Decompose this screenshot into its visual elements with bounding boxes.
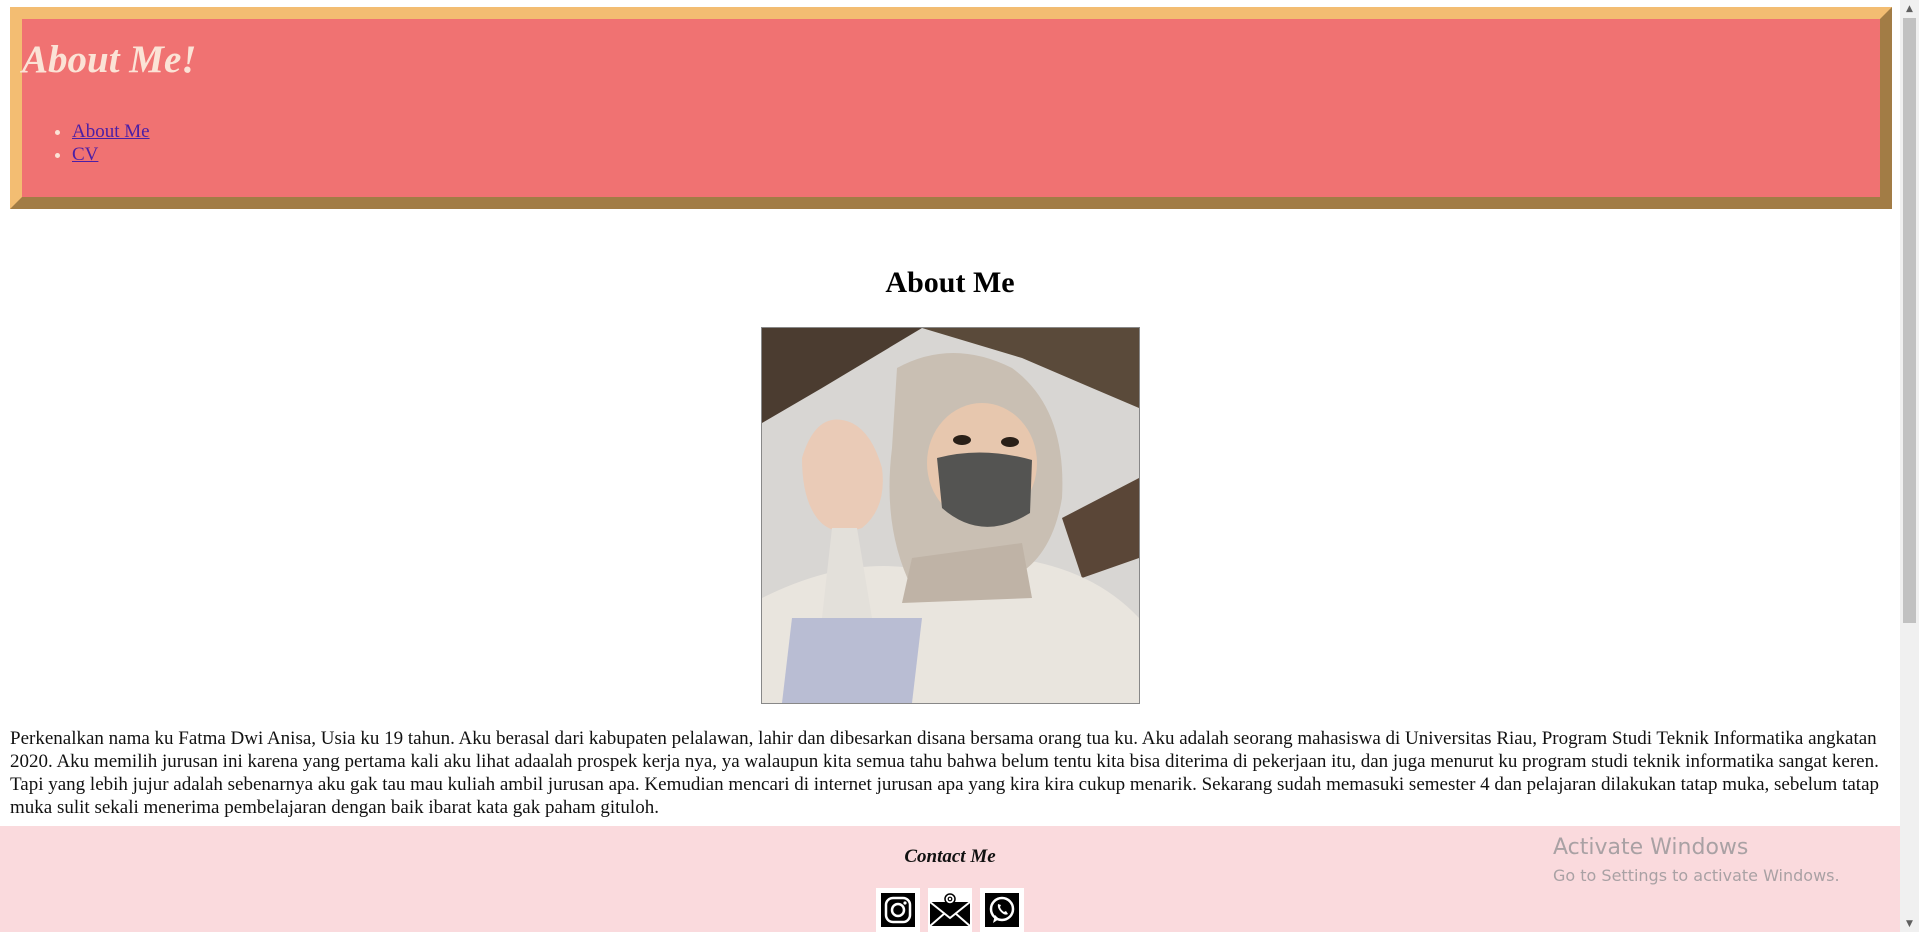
contact-icons: [876, 888, 1024, 932]
site-header: About Me! About Me CV: [10, 7, 1892, 209]
page: About Me! About Me CV About Me: [0, 0, 1900, 932]
activate-windows-watermark: Activate Windows Go to Settings to activ…: [1553, 833, 1840, 889]
profile-photo: [761, 327, 1140, 704]
email-icon[interactable]: [928, 888, 972, 932]
watermark-subtitle: Go to Settings to activate Windows.: [1553, 866, 1840, 885]
whatsapp-icon[interactable]: [980, 888, 1024, 932]
scrollbar-thumb[interactable]: [1903, 18, 1916, 623]
nav-item-about-me: About Me: [72, 120, 150, 143]
scroll-down-arrow-icon[interactable]: ▼: [1900, 915, 1919, 932]
scroll-up-arrow-icon[interactable]: ▲: [1900, 0, 1919, 17]
nav-item-cv: CV: [72, 143, 150, 166]
about-paragraph: Perkenalkan nama ku Fatma Dwi Anisa, Usi…: [10, 728, 1880, 818]
watermark-title: Activate Windows: [1553, 835, 1749, 860]
instagram-icon[interactable]: [876, 888, 920, 932]
nav-list: About Me CV: [22, 120, 150, 166]
nav-link-about-me[interactable]: About Me: [72, 121, 150, 142]
vertical-scrollbar[interactable]: ▲ ▼: [1900, 0, 1919, 932]
nav-link-cv[interactable]: CV: [72, 144, 98, 165]
profile-photo-illustration: [762, 328, 1139, 703]
site-title: About Me!: [22, 38, 197, 81]
section-heading: About Me: [885, 266, 1015, 299]
